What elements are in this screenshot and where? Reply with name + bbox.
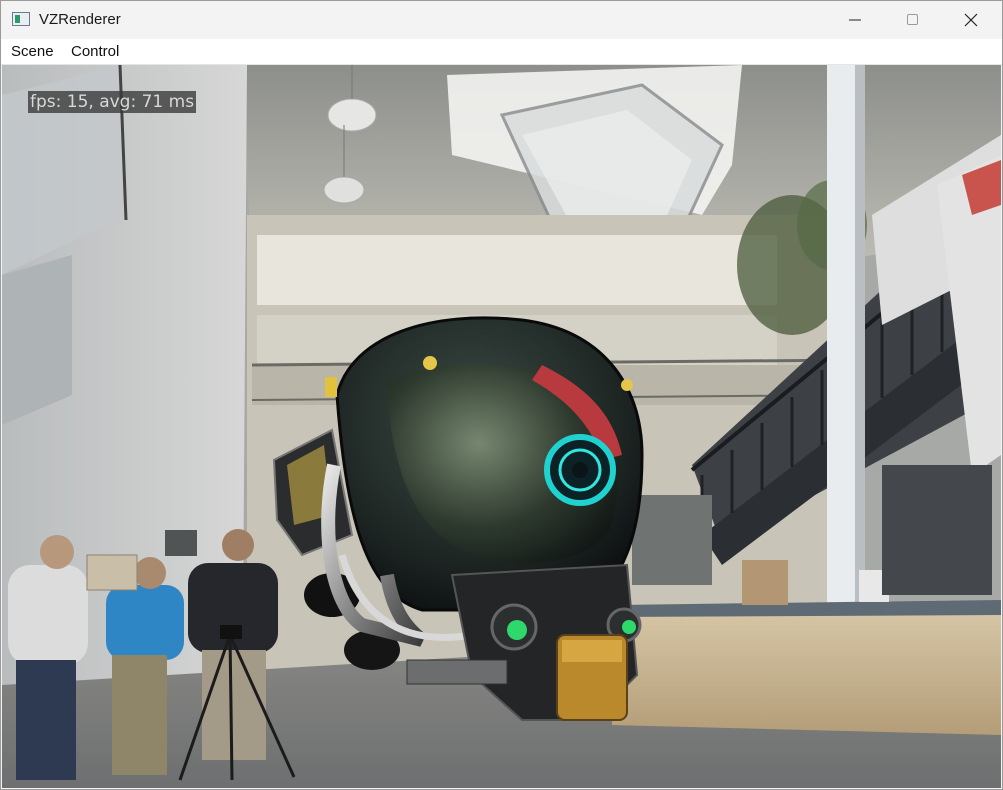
menu-bar: Scene Control bbox=[1, 39, 1002, 65]
app-icon bbox=[12, 12, 30, 26]
window-title: VZRenderer bbox=[39, 11, 121, 28]
rendered-scene bbox=[2, 65, 1001, 788]
close-icon bbox=[964, 13, 978, 27]
person-1 bbox=[8, 535, 88, 780]
fps-overlay: fps: 15, avg: 71 ms bbox=[28, 91, 197, 113]
maximize-icon bbox=[907, 14, 918, 25]
menu-control[interactable]: Control bbox=[71, 43, 119, 60]
menu-scene[interactable]: Scene bbox=[11, 43, 54, 60]
title-bar[interactable]: VZRenderer bbox=[1, 1, 1002, 39]
render-viewport[interactable]: fps: 15, avg: 71 ms bbox=[2, 65, 1001, 788]
close-button[interactable] bbox=[943, 1, 999, 39]
app-window: VZRenderer Scene Control fps: 15, avg: 7… bbox=[0, 0, 1003, 790]
minimize-icon bbox=[849, 19, 861, 21]
maximize-button[interactable] bbox=[885, 1, 941, 39]
minimize-button[interactable] bbox=[827, 1, 883, 39]
